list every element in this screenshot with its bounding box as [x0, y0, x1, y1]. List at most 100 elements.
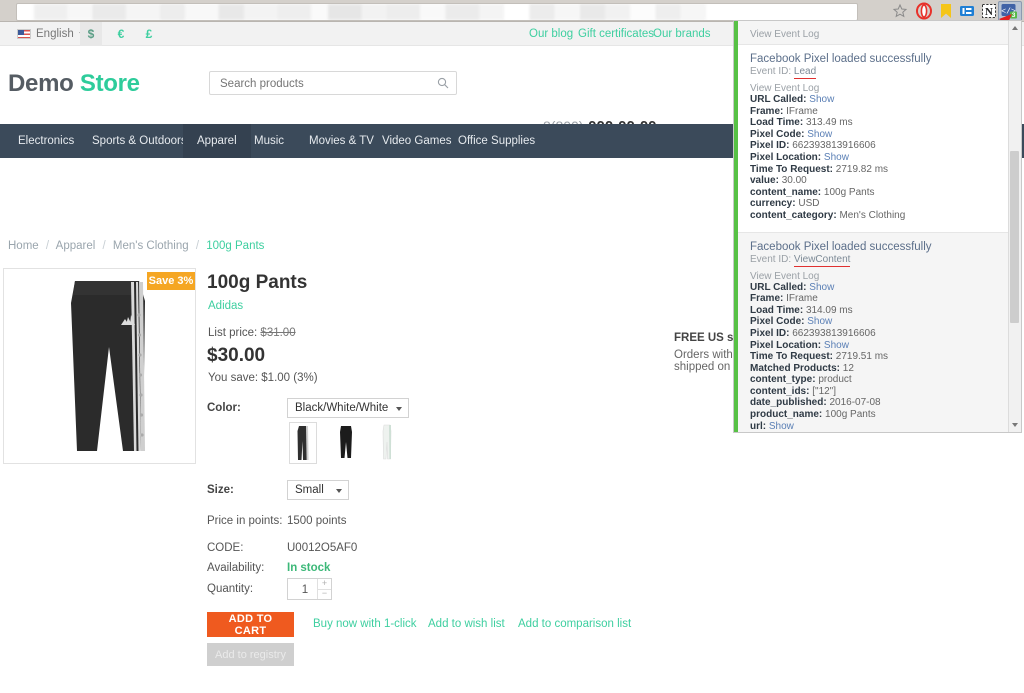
currency-usd[interactable]: $: [80, 22, 102, 46]
breadcrumb-current: 100g Pants: [206, 240, 265, 252]
color-swatch-2[interactable]: [374, 422, 402, 464]
bookmark-ribbon-icon[interactable]: [937, 2, 955, 20]
add-to-cart-button[interactable]: ADD TO CART: [207, 612, 294, 637]
search-icon[interactable]: [437, 77, 449, 89]
event-id-value: ViewContent: [793, 253, 851, 267]
extension-n-icon[interactable]: N: [980, 2, 998, 20]
breadcrumb-item-mens-clothing[interactable]: Men's Clothing: [113, 240, 189, 252]
view-event-log-label: View Event Log: [750, 29, 820, 40]
currency-eur[interactable]: €: [110, 22, 132, 46]
chevron-down-icon: [396, 407, 402, 411]
detail-value-link[interactable]: Show: [809, 94, 834, 105]
nav-item-music[interactable]: Music: [240, 124, 298, 158]
star-icon[interactable]: [891, 2, 909, 20]
code-label: CODE:: [207, 542, 244, 554]
svg-text:N: N: [985, 6, 993, 18]
address-bar-redacted-text: [17, 4, 857, 20]
breadcrumb-separator: /: [102, 240, 106, 252]
detail-row: Pixel ID: 662393813916606: [750, 140, 1008, 152]
panel-content: View Event Log Facebook Pixel loaded suc…: [738, 21, 1008, 432]
detail-row: Frame: IFrame: [750, 106, 1008, 118]
event-view-log-toggle[interactable]: View Event Log: [750, 80, 1008, 94]
add-to-registry-button[interactable]: Add to registry: [207, 643, 294, 666]
product-list-price: List price: $31.00: [208, 327, 296, 339]
currency-gbp[interactable]: £: [138, 22, 160, 46]
code-value: U0012O5AF0: [287, 542, 358, 554]
price-in-points-label: Price in points:: [207, 515, 283, 527]
detail-value-link[interactable]: Show: [807, 129, 832, 140]
svg-text:3: 3: [1012, 12, 1016, 19]
color-label: Color:: [207, 402, 241, 414]
detail-key: date_published:: [750, 397, 827, 409]
color-select[interactable]: Black/White/White: [287, 398, 409, 418]
pixel-event-card: Facebook Pixel loaded successfully Event…: [738, 231, 1008, 432]
detail-value-link[interactable]: Show: [824, 340, 849, 351]
scroll-up-arrow-icon[interactable]: [1012, 26, 1018, 30]
detail-value-link[interactable]: Show: [824, 152, 849, 163]
top-link-our-brands[interactable]: Our brands: [653, 22, 711, 46]
size-select[interactable]: Small: [287, 480, 349, 500]
chevron-down-icon: [336, 489, 342, 493]
quantity-decrease-button[interactable]: −: [317, 589, 331, 599]
facebook-pixel-helper-panel[interactable]: View Event Log Facebook Pixel loaded suc…: [733, 20, 1022, 433]
detail-value: 662393813916606: [792, 327, 876, 339]
detail-key: Load Time:: [750, 304, 804, 316]
address-bar[interactable]: [16, 3, 858, 21]
event-view-log-toggle[interactable]: View Event Log: [750, 268, 1008, 282]
panel-top-view-event-log[interactable]: View Event Log: [738, 21, 1008, 44]
event-title: Facebook Pixel loaded successfully: [750, 240, 932, 253]
detail-value: IFrame: [786, 105, 818, 117]
view-event-log-label: View Event Log: [750, 83, 820, 94]
quantity-stepper[interactable]: + −: [287, 578, 332, 601]
scroll-down-arrow-icon[interactable]: [1012, 423, 1018, 427]
detail-value-link[interactable]: Show: [769, 421, 794, 432]
event-id-label: Event ID:: [750, 66, 792, 77]
detail-row: Time To Request: 2719.82 ms: [750, 164, 1008, 176]
event-title: Facebook Pixel loaded successfully: [750, 53, 932, 65]
detail-value-link[interactable]: Show: [807, 316, 832, 327]
color-swatch-1[interactable]: [333, 422, 361, 464]
facebook-pixel-helper-icon[interactable]: </> 3: [998, 1, 1022, 24]
language-label: English: [36, 28, 74, 40]
detail-value: 662393813916606: [792, 140, 876, 152]
panel-scrollbar[interactable]: [1008, 21, 1021, 432]
add-to-wishlist-link[interactable]: Add to wish list: [428, 618, 505, 630]
buy-now-1click-link[interactable]: Buy now with 1-click: [313, 618, 417, 630]
product-brand-link[interactable]: Adidas: [208, 300, 243, 312]
color-swatch-0[interactable]: [289, 422, 317, 464]
search-input[interactable]: [218, 72, 427, 96]
detail-value: 100g Pants: [823, 186, 875, 198]
search-box[interactable]: [209, 71, 457, 96]
detail-key: Time To Request:: [750, 163, 833, 175]
detail-value: USD: [798, 198, 820, 210]
add-to-comparison-link[interactable]: Add to comparison list: [518, 618, 631, 630]
breadcrumb-item-home[interactable]: Home: [8, 240, 39, 252]
nav-item-office-supplies[interactable]: Office Supplies: [444, 124, 549, 158]
detail-key: Frame:: [750, 293, 784, 305]
free-shipping-line1: Orders within: [674, 349, 742, 361]
nav-item-electronics[interactable]: Electronics: [4, 124, 88, 158]
size-label: Size:: [207, 484, 234, 496]
top-link-our-blog[interactable]: Our blog: [529, 22, 573, 46]
site-logo[interactable]: Demo Store: [8, 70, 140, 98]
extension-blue-icon[interactable]: [958, 2, 976, 20]
availability-value: In stock: [287, 562, 331, 574]
panel-status-bar: [734, 21, 738, 432]
product-image[interactable]: [3, 268, 196, 464]
opera-icon[interactable]: [915, 2, 933, 20]
detail-value-link[interactable]: Show: [809, 282, 834, 293]
detail-value: 2719.51 ms: [835, 351, 889, 363]
detail-value: IFrame: [786, 293, 818, 305]
detail-row: Frame: IFrame: [750, 293, 1008, 305]
detail-row: content_type: product: [750, 374, 1008, 386]
event-id-row: Event ID: ViewContent: [750, 253, 1008, 267]
top-link-gift-certificates[interactable]: Gift certificates: [578, 22, 654, 46]
detail-key: content_ids:: [750, 385, 810, 397]
logo-text-demo: Demo: [8, 70, 74, 97]
detail-value: Men's Clothing: [839, 209, 906, 221]
detail-row: value: 30.00: [750, 175, 1008, 187]
product-you-save: You save: $1.00 (3%): [208, 372, 318, 384]
scrollbar-thumb[interactable]: [1010, 151, 1019, 323]
breadcrumb-item-apparel[interactable]: Apparel: [56, 240, 96, 252]
detail-key: Pixel Location:: [750, 339, 822, 351]
